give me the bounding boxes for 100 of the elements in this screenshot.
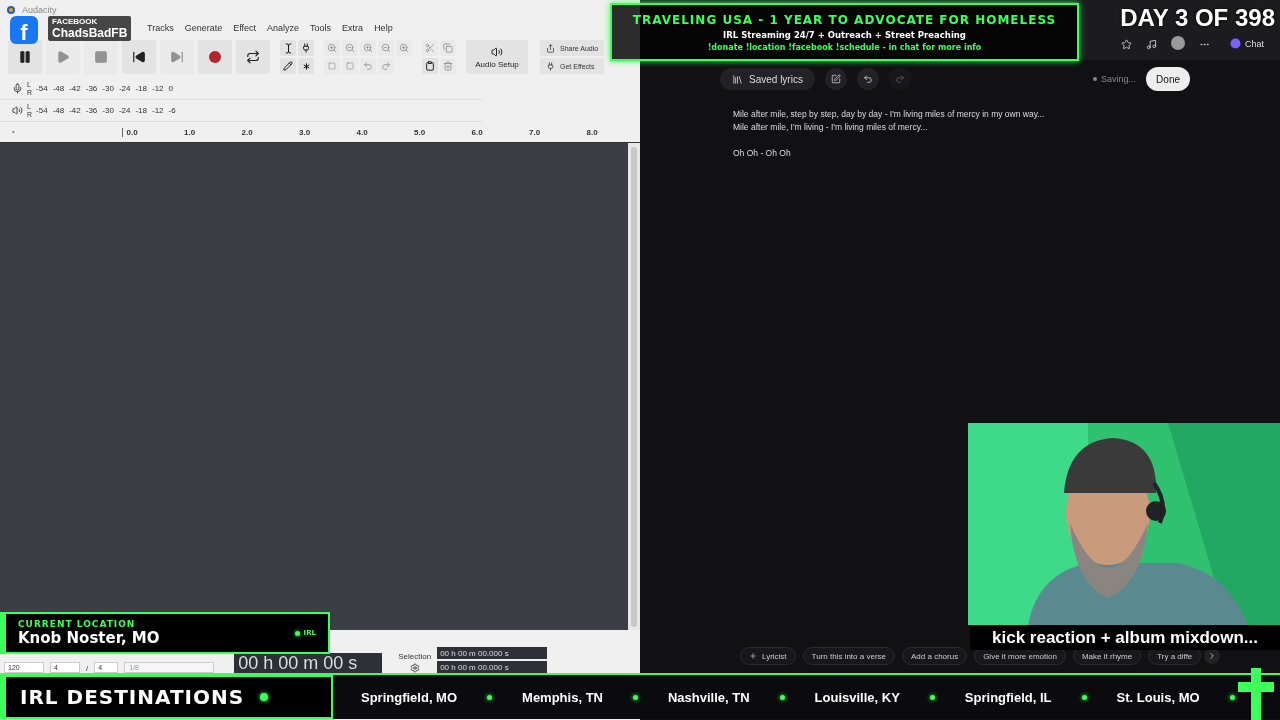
stop-icon <box>94 50 108 64</box>
suggestion-chip[interactable]: Add a chorus <box>902 647 968 665</box>
selection-start-field[interactable]: 00 h 00 m 00.000 s <box>437 647 548 659</box>
meter-tick: -42 <box>69 106 81 115</box>
skip-start-button[interactable] <box>122 40 156 74</box>
menu-item[interactable]: Tracks <box>147 23 174 33</box>
meter-tick: -30 <box>102 106 114 115</box>
ruler-label: 3.0 <box>298 127 312 137</box>
zoom-button[interactable] <box>360 40 376 56</box>
speaker-icon <box>12 105 23 116</box>
meter-tick: -18 <box>135 106 147 115</box>
selection-end-field[interactable]: 00 h 00 m 00.000 s <box>437 661 548 673</box>
envelope-icon <box>301 43 311 53</box>
meter-tick: -54 <box>36 84 48 93</box>
ruler-label: 7.0 <box>528 127 542 137</box>
music-icon <box>1146 39 1157 50</box>
audacity-icon <box>6 5 16 15</box>
destination-city: Springfield, MO <box>361 689 458 705</box>
slash-label: / <box>86 664 89 673</box>
undo-button[interactable] <box>856 68 879 90</box>
menu-item[interactable]: Generate <box>184 23 223 33</box>
multi-tool[interactable] <box>298 58 314 74</box>
menu-item[interactable]: Effect <box>233 23 257 33</box>
trim-icon <box>328 62 336 70</box>
play-icon <box>56 50 70 64</box>
zoom-icon <box>399 43 409 53</box>
facebook-handle: ChadsBadFB <box>52 26 128 40</box>
separator-dot <box>632 694 638 700</box>
zoom-icon <box>363 43 373 53</box>
selection-tool[interactable] <box>280 40 296 56</box>
skip-end-icon <box>170 50 184 64</box>
suggestion-chip[interactable]: Lyricist <box>740 647 796 665</box>
redo-icon <box>381 61 391 71</box>
zoom-out-button[interactable] <box>342 40 358 56</box>
meter-tick: -36 <box>85 84 98 93</box>
suggestion-chip[interactable]: Turn this into a verse <box>802 647 895 665</box>
envelope-tool[interactable] <box>298 40 314 56</box>
menu-item[interactable]: Analyze <box>267 23 300 33</box>
share-icon <box>546 43 555 53</box>
redo-button[interactable] <box>888 68 911 90</box>
record-button[interactable] <box>198 40 232 74</box>
zoom-button[interactable] <box>378 40 394 56</box>
saved-lyrics-button[interactable]: Saved lyrics <box>720 68 815 90</box>
ruler-label: 5.0 <box>413 127 427 137</box>
meter-tick: -18 <box>135 84 147 93</box>
destination-city: Memphis, TN <box>522 689 603 705</box>
speaker-icon <box>491 45 503 58</box>
paste-button[interactable] <box>422 58 438 74</box>
meter-tick: -24 <box>118 106 131 115</box>
undo-icon <box>862 74 873 84</box>
separator-dot <box>929 694 935 700</box>
ruler-label: 6.0 <box>470 127 484 137</box>
star-icon <box>1121 39 1132 50</box>
separator-dot <box>779 694 785 700</box>
ruler-label: 1.0 <box>183 127 197 137</box>
ruler-label: 2.0 <box>240 127 254 137</box>
loop-button[interactable] <box>236 40 270 74</box>
zoom-icon <box>381 43 391 53</box>
destination-city: Nashville, TN <box>667 689 750 705</box>
ticker-title: IRL DESTINATIONS <box>20 685 245 709</box>
microphone-icon <box>12 83 23 94</box>
done-button[interactable]: Done <box>1146 67 1190 91</box>
lyric-line[interactable]: Mile after mile, step by step, day by day - I'm living miles of mercy in my own way... <box>733 108 1280 121</box>
draw-tool[interactable] <box>280 58 296 74</box>
silence-icon <box>346 62 354 70</box>
plus-icon <box>749 652 757 660</box>
separator-dot <box>1229 694 1235 700</box>
zoom-button[interactable] <box>396 40 412 56</box>
meter-tick: -12 <box>152 84 164 93</box>
separator-dot <box>487 694 493 700</box>
menu-item[interactable]: Extra <box>342 23 364 33</box>
status-dot <box>260 693 269 701</box>
pencil-icon <box>283 61 293 71</box>
trash-icon <box>443 61 453 71</box>
pause-icon <box>18 50 32 64</box>
ruler-label: 0.0 <box>125 127 139 137</box>
redo-button[interactable] <box>378 58 394 74</box>
scissors-icon <box>425 43 435 53</box>
zoom-in-button[interactable] <box>324 40 340 56</box>
lyric-line[interactable]: Mile after mile, I'm living - I'm living miles of mercy... <box>733 121 1280 134</box>
ruler-label: 8.0 <box>585 127 599 137</box>
menu-item[interactable]: Help <box>374 23 393 33</box>
facebook-label: FACEBOOK <box>52 17 99 26</box>
edit-button[interactable] <box>824 68 847 90</box>
banner-commands: !donate !location !facebook !schedule - in chat for more info <box>707 42 982 52</box>
audio-setup-button[interactable]: Audio Setup <box>466 40 528 74</box>
pause-button[interactable] <box>8 40 42 74</box>
avatar[interactable] <box>1171 36 1185 50</box>
zoom-out-icon <box>345 43 355 53</box>
copy-icon <box>443 43 453 53</box>
webcam-caption: kick reaction + album mixdown... <box>970 625 1280 650</box>
destination-city: Springfield, IL <box>964 689 1052 705</box>
destination-city: St. Louis, MO <box>1116 689 1200 705</box>
selection-label: Selection <box>398 652 432 661</box>
location-name: Knob Noster, MO <box>18 629 160 647</box>
meter-tick: -48 <box>52 84 65 93</box>
lyric-line[interactable]: Oh Oh - Oh Oh <box>733 147 1280 160</box>
chat-button[interactable]: Chat <box>1224 37 1270 50</box>
menu-item[interactable]: Tools <box>310 23 332 33</box>
copilot-icon <box>1230 38 1241 49</box>
